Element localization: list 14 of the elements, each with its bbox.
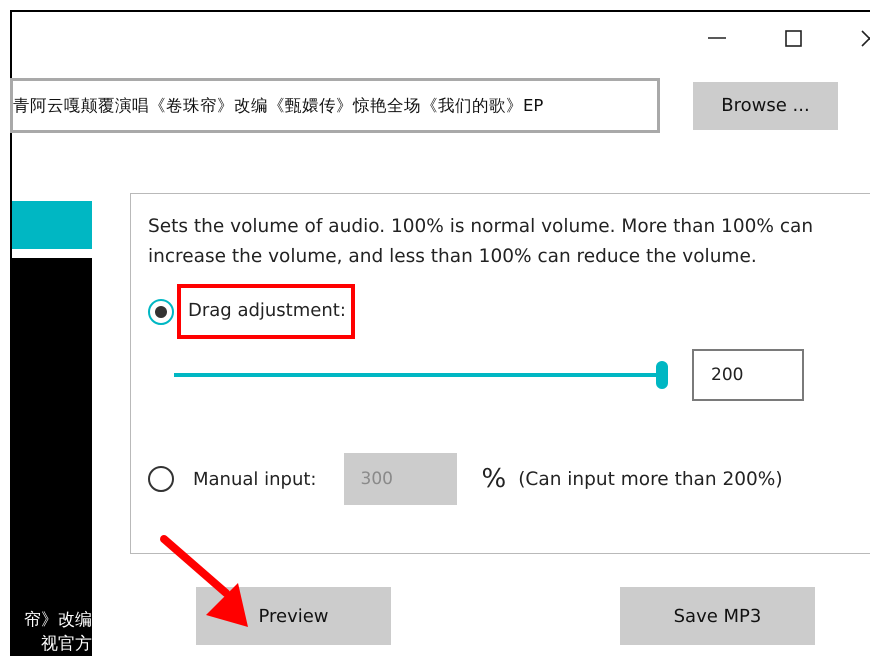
- option-label[interactable]: Drag adjustment:: [188, 300, 346, 321]
- video-caption: 帘》改编: [23, 609, 92, 632]
- radio-button[interactable]: [148, 298, 174, 324]
- action-button[interactable]: Preview: [196, 587, 391, 645]
- slider-thumb[interactable]: [656, 361, 668, 389]
- volume-field[interactable]: 200: [692, 349, 804, 401]
- file-path-field[interactable]: 青阿云嘎颠覆演唱《卷珠帘》改编《甄嬛传》惊艳全场《我们的歌》EP: [10, 78, 660, 133]
- volume-slider[interactable]: [174, 361, 668, 389]
- browse-button[interactable]: Browse ...: [693, 82, 838, 130]
- video-caption: 视官方: [40, 633, 92, 656]
- hint-text: (Can input more than 200%): [518, 468, 783, 490]
- action-button[interactable]: Save MP3: [620, 587, 815, 645]
- percent-sign: %: [482, 464, 506, 494]
- description-text: Sets the volume of audio. 100% is normal volume. More than 100% can increase the volume, and less than 100% can reduce the volume.: [148, 215, 814, 269]
